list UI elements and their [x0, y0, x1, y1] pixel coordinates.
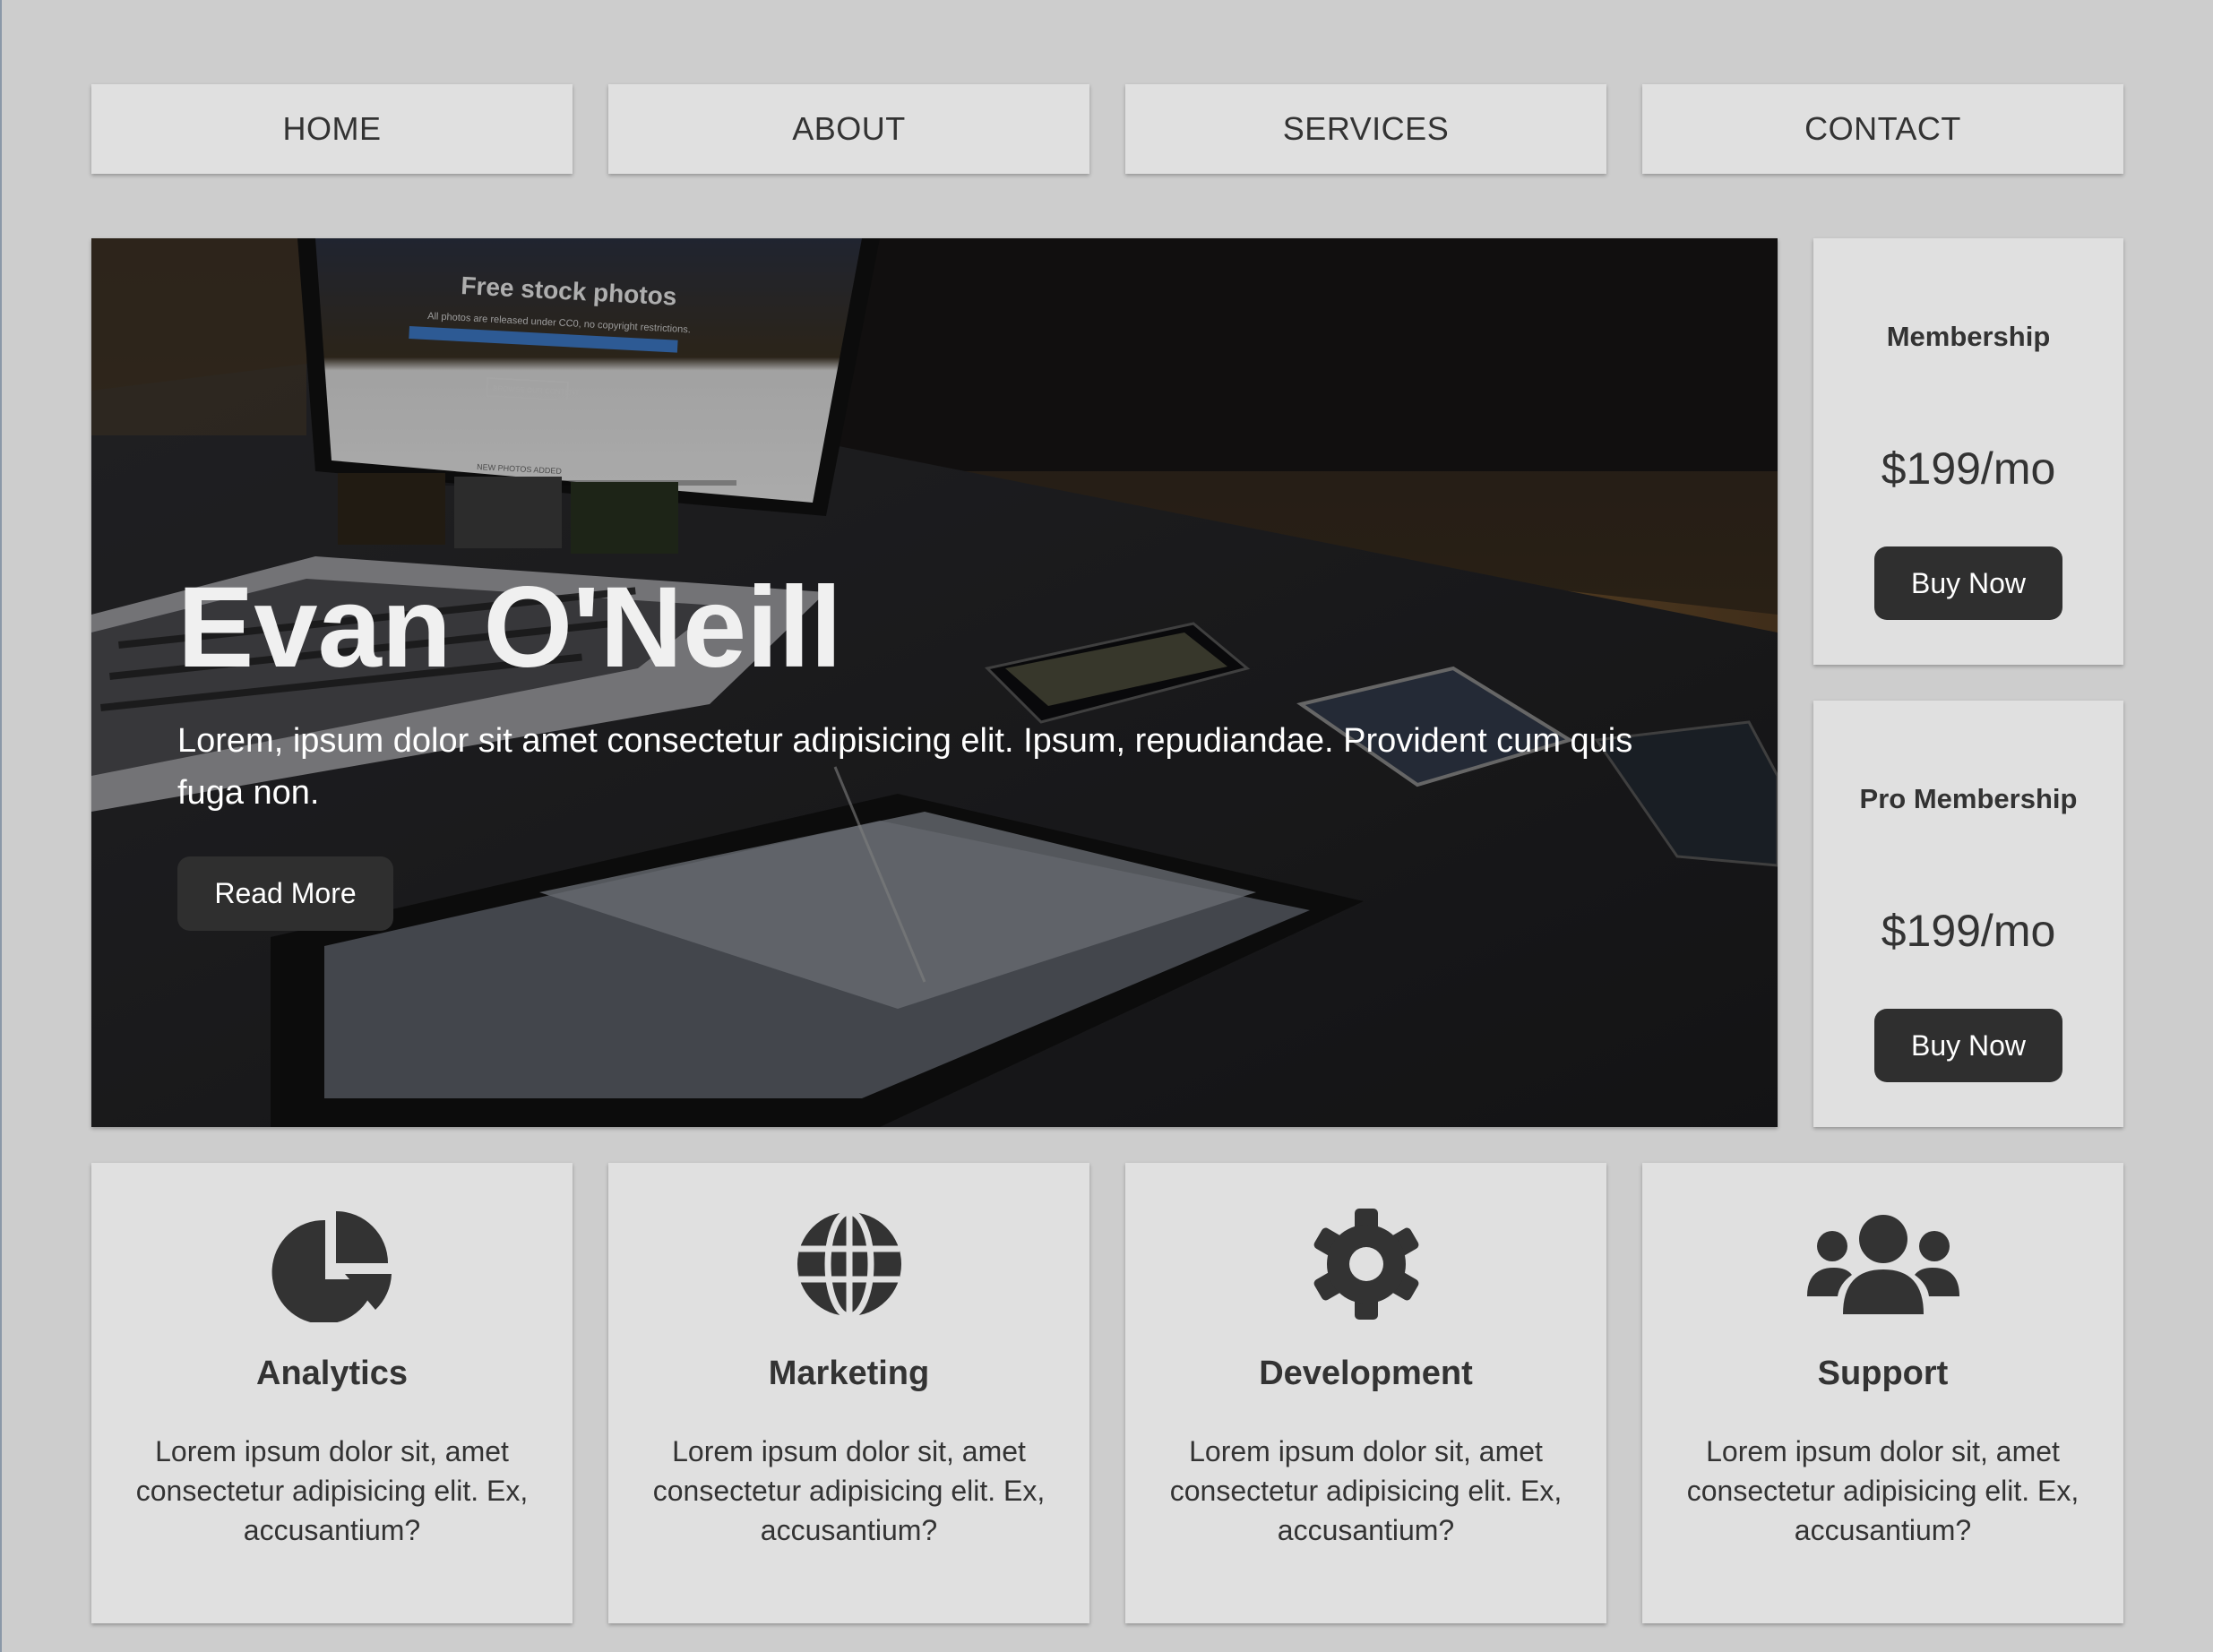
feature-card-support: Support Lorem ipsum dolor sit, amet cons…: [1642, 1163, 2123, 1623]
feature-title-support: Support: [1817, 1355, 1949, 1392]
hero-description: Lorem, ipsum dolor sit amet consectetur …: [177, 722, 1633, 812]
pro-membership-buy-now-button[interactable]: Buy Now: [1874, 1009, 2062, 1082]
main-nav: HOME ABOUT SERVICES CONTACT: [91, 84, 2123, 174]
feature-text-development: Lorem ipsum dolor sit, amet consectetur …: [1169, 1435, 1563, 1546]
hero-banner: Free stock photos All photos are release…: [91, 238, 1778, 1127]
nav-home-button[interactable]: HOME: [91, 84, 573, 174]
read-more-button[interactable]: Read More: [177, 856, 393, 931]
feature-card-analytics: Analytics Lorem ipsum dolor sit, amet co…: [91, 1163, 573, 1623]
feature-text-support: Lorem ipsum dolor sit, amet consectetur …: [1686, 1435, 2080, 1546]
feature-text-analytics: Lorem ipsum dolor sit, amet consectetur …: [135, 1435, 529, 1546]
nav-contact-button[interactable]: CONTACT: [1642, 84, 2123, 174]
features-section: Analytics Lorem ipsum dolor sit, amet co…: [91, 1163, 2123, 1623]
pie-chart-icon: [91, 1206, 573, 1322]
feature-card-development: Development Lorem ipsum dolor sit, amet …: [1125, 1163, 1606, 1623]
hero-title: Evan O'Neill: [177, 564, 842, 692]
membership-buy-now-button[interactable]: Buy Now: [1874, 546, 2062, 620]
gear-icon: [1125, 1206, 1606, 1322]
feature-title-development: Development: [1259, 1355, 1473, 1392]
page-left-edge: [0, 0, 2, 1652]
feature-title-analytics: Analytics: [256, 1355, 408, 1392]
nav-about-button[interactable]: ABOUT: [608, 84, 1089, 174]
feature-card-marketing: Marketing Lorem ipsum dolor sit, amet co…: [608, 1163, 1089, 1623]
globe-icon: [608, 1206, 1089, 1322]
membership-price: $199/mo: [1881, 443, 2056, 494]
pro-membership-card: Pro Membership $199/mo Buy Now: [1813, 701, 2123, 1127]
pro-membership-title: Pro Membership: [1859, 783, 2078, 814]
pro-membership-price: $199/mo: [1881, 906, 2056, 956]
membership-card: Membership $199/mo Buy Now: [1813, 238, 2123, 665]
users-icon: [1642, 1206, 2123, 1322]
hero-content: Evan O'Neill Lorem, ipsum dolor sit amet…: [177, 561, 1701, 931]
membership-title: Membership: [1886, 321, 2051, 352]
nav-services-button[interactable]: SERVICES: [1125, 84, 1606, 174]
feature-title-marketing: Marketing: [768, 1355, 930, 1392]
feature-text-marketing: Lorem ipsum dolor sit, amet consectetur …: [652, 1435, 1046, 1546]
